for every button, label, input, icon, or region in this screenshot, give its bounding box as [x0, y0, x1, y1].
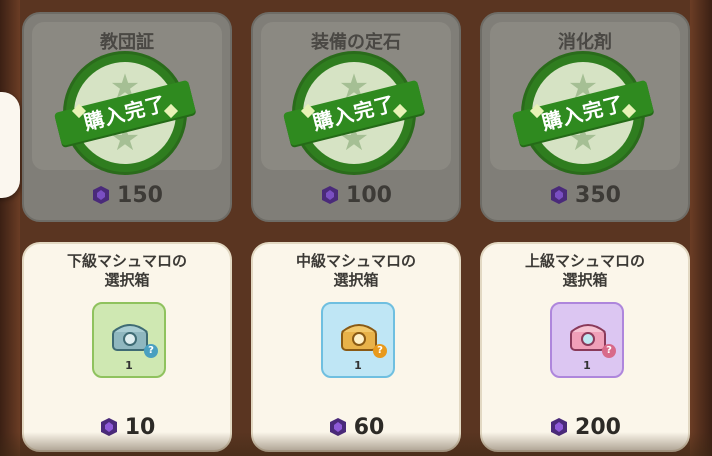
question-icon: ? — [144, 344, 158, 358]
question-icon: ? — [373, 344, 387, 358]
price: 150 — [24, 183, 230, 208]
item-slot[interactable]: ? 1 — [92, 302, 166, 378]
item-title-line: 下級マシュマロの — [66, 252, 187, 270]
price-value: 150 — [117, 183, 163, 208]
purple-gem-icon — [551, 186, 568, 204]
sold-card[interactable]: 教団証 ★ ★ 購入完了 150 — [22, 12, 232, 222]
item-count: 1 — [354, 359, 362, 372]
item-title-line: 選択箱 — [104, 271, 150, 289]
item-title: 中級マシュマロの 選択箱 — [259, 252, 453, 290]
purple-gem-icon — [93, 186, 110, 204]
item-title: 下級マシュマロの 選択箱 — [30, 252, 224, 290]
price: 350 — [482, 183, 688, 208]
item-slot[interactable]: ? 1 — [550, 302, 624, 378]
bottom-shadow — [0, 432, 712, 456]
purchased-stamp: ★ ★ 購入完了 — [282, 54, 426, 172]
price-value: 100 — [346, 183, 392, 208]
sold-card[interactable]: 消化剤 ★ ★ 購入完了 350 — [480, 12, 690, 222]
shop-card[interactable]: 上級マシュマロの 選択箱 ? 1 200 — [480, 242, 690, 452]
purple-gem-icon — [322, 186, 339, 204]
wood-frame-left — [0, 0, 20, 456]
item-title-line: 選択箱 — [333, 271, 379, 289]
question-icon: ? — [602, 344, 616, 358]
item-title: 上級マシュマロの 選択箱 — [488, 252, 682, 290]
item-name: 装備の定石 — [311, 32, 401, 53]
shop-grid: 教団証 ★ ★ 購入完了 150 装備の定石 ★ ★ 購入完了 100 消化剤 … — [22, 12, 690, 456]
item-name: 消化剤 — [558, 32, 612, 53]
shop-card[interactable]: 中級マシュマロの 選択箱 ? 1 60 — [251, 242, 461, 452]
item-slot[interactable]: ? 1 — [321, 302, 395, 378]
item-name: 教団証 — [100, 32, 154, 53]
price-value: 350 — [575, 183, 621, 208]
purchased-stamp: ★ ★ 購入完了 — [511, 54, 655, 172]
sold-card[interactable]: 装備の定石 ★ ★ 購入完了 100 — [251, 12, 461, 222]
item-count: 1 — [583, 359, 591, 372]
item-title-line: 上級マシュマロの — [524, 252, 645, 270]
purchased-stamp: ★ ★ 購入完了 — [53, 54, 197, 172]
side-tab[interactable] — [0, 92, 20, 198]
price: 100 — [253, 183, 459, 208]
item-title-line: 中級マシュマロの — [295, 252, 416, 270]
item-count: 1 — [125, 359, 133, 372]
shop-card[interactable]: 下級マシュマロの 選択箱 ? 1 10 — [22, 242, 232, 452]
wood-frame-right — [690, 0, 712, 456]
item-title-line: 選択箱 — [562, 271, 608, 289]
